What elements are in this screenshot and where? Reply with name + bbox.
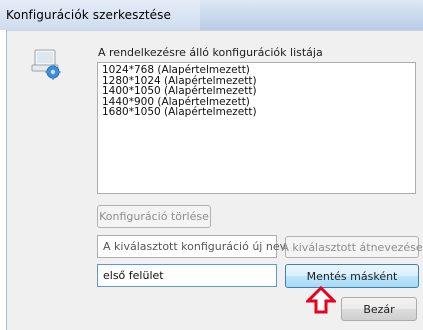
rename-input[interactable]: A kiválasztott konfiguráció új neve: [97, 235, 293, 258]
list-item[interactable]: 1024*768 (Alapértelmezett): [102, 65, 411, 76]
config-list-label: A rendelkezésre álló konfigurációk listá…: [98, 46, 323, 59]
config-computer-icon: [31, 49, 61, 80]
new-name-input[interactable]: első felület: [97, 264, 277, 287]
config-listbox[interactable]: 1024*768 (Alapértelmezett) 1280*1024 (Al…: [97, 62, 416, 194]
delete-config-button[interactable]: Konfiguráció törlése: [97, 205, 211, 228]
rename-selected-button[interactable]: A kiválasztott átnevezése: [281, 236, 423, 258]
dialog-window: Konfigurációk szerkesztése A rendelkezés…: [0, 0, 423, 330]
close-button[interactable]: Bezár: [341, 297, 417, 321]
save-as-button[interactable]: Mentés másként: [285, 264, 419, 288]
title-bar[interactable]: Konfigurációk szerkesztése: [0, 0, 423, 30]
window-title: Konfigurációk szerkesztése: [6, 8, 171, 22]
up-arrow-icon: [306, 286, 336, 314]
list-item[interactable]: 1680*1050 (Alapértelmezett): [102, 107, 411, 118]
